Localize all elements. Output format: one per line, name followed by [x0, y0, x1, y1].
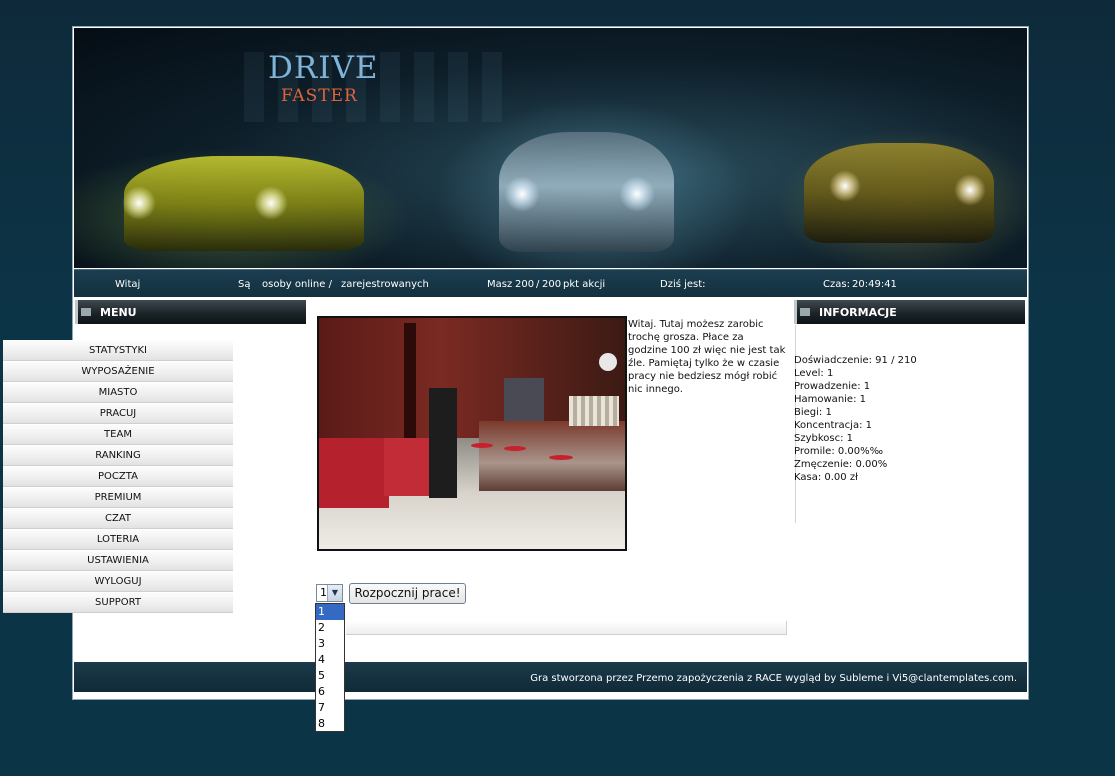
menu-item-pracuj[interactable]: PRACUJ — [3, 403, 233, 424]
info-title-bar: INFORMACJE — [794, 300, 1025, 324]
menu-item-czat[interactable]: CZAT — [3, 508, 233, 529]
menu-item-ranking[interactable]: RANKING — [3, 445, 233, 466]
hours-option-2[interactable]: 2 — [316, 620, 344, 636]
info-title: INFORMACJE — [819, 306, 897, 319]
work-photo — [317, 316, 627, 551]
status-bar: Witaj Są osoby online / zarejestrowanych… — [74, 269, 1027, 297]
main-menu: STATYSTYKI WYPOSAŻENIE MIASTO PRACUJ TEA… — [3, 316, 233, 613]
hours-option-3[interactable]: 3 — [316, 636, 344, 652]
hours-select[interactable]: 1 ▼ — [316, 584, 343, 602]
info-gears: Biegi: 1 — [794, 407, 832, 418]
menu-title-notch — [81, 308, 91, 316]
time-value: 20:49:41 — [852, 279, 897, 290]
hours-select-value: 1 — [320, 586, 327, 599]
chevron-down-icon[interactable]: ▼ — [327, 585, 342, 601]
actions-separator: / — [536, 279, 540, 290]
info-braking: Hamowanie: 1 — [794, 394, 866, 405]
menu-item-poczta[interactable]: POCZTA — [3, 466, 233, 487]
hours-option-7[interactable]: 7 — [316, 700, 344, 716]
hours-dropdown-list: 1 2 3 4 5 6 7 8 — [315, 603, 345, 732]
menu-item-support[interactable]: SUPPORT — [3, 592, 233, 613]
footer-credit: Gra stworzona przez Przemo zapożyczenia … — [530, 673, 1017, 684]
info-experience: Doświadczenie: 91 / 210 — [794, 355, 917, 366]
welcome-text: Witaj — [115, 279, 141, 290]
start-work-button[interactable]: Rozpocznij prace! — [349, 583, 466, 604]
logo-faster-text: FASTER — [281, 86, 358, 106]
actions-suffix: pkt akcji — [563, 279, 606, 290]
menu-item-premium[interactable]: PREMIUM — [3, 487, 233, 508]
info-speed: Szybkosc: 1 — [794, 433, 854, 444]
info-alcohol: Promile: 0.00%‰ — [794, 446, 884, 457]
menu-item-loteria[interactable]: LOTERIA — [3, 529, 233, 550]
info-cash: Kasa: 0.00 zł — [794, 472, 858, 483]
menu-item-ustawienia[interactable]: USTAWIENIA — [3, 550, 233, 571]
menu-item-statystyki[interactable]: STATYSTYKI — [3, 340, 233, 361]
time-label: Czas: — [823, 279, 850, 290]
menu-item-wyloguj[interactable]: WYLOGUJ — [3, 571, 233, 592]
logo-drive-text: DRIVE — [268, 50, 379, 86]
actions-current: 200 — [515, 279, 535, 290]
player-info: Doświadczenie: 91 / 210 Level: 1 Prowadz… — [794, 354, 917, 484]
menu-item-miasto[interactable]: MIASTO — [3, 382, 233, 403]
hours-option-8[interactable]: 8 — [316, 716, 344, 732]
online-count-label: osoby online / — [262, 279, 332, 290]
today-label: Dziś jest: — [660, 279, 706, 290]
content-footer-bar — [346, 621, 787, 635]
actions-max: 200 — [542, 279, 562, 290]
hours-option-1[interactable]: 1 — [316, 604, 344, 620]
footer-bar: Gra stworzona przez Przemo zapożyczenia … — [74, 662, 1027, 692]
info-concentration: Koncentracja: 1 — [794, 420, 872, 431]
online-prefix: Są — [238, 279, 251, 290]
work-description: Witaj. Tutaj możesz zarobic trochę grosz… — [628, 319, 786, 395]
info-title-notch — [800, 308, 810, 316]
header-banner: DRIVE FASTER — [74, 28, 1027, 268]
actions-prefix: Masz — [487, 279, 513, 290]
info-fatigue: Zmęczenie: 0.00% — [794, 459, 888, 470]
hours-option-6[interactable]: 6 — [316, 684, 344, 700]
footer-line — [74, 692, 1027, 698]
menu-item-team[interactable]: TEAM — [3, 424, 233, 445]
registered-label: zarejestrowanych — [341, 279, 429, 290]
yellow-car-image — [124, 156, 364, 251]
hours-option-5[interactable]: 5 — [316, 668, 344, 684]
menu-item-wyposazenie[interactable]: WYPOSAŻENIE — [3, 361, 233, 382]
info-level: Level: 1 — [794, 368, 834, 379]
info-driving: Prowadzenie: 1 — [794, 381, 871, 392]
hours-option-4[interactable]: 4 — [316, 652, 344, 668]
